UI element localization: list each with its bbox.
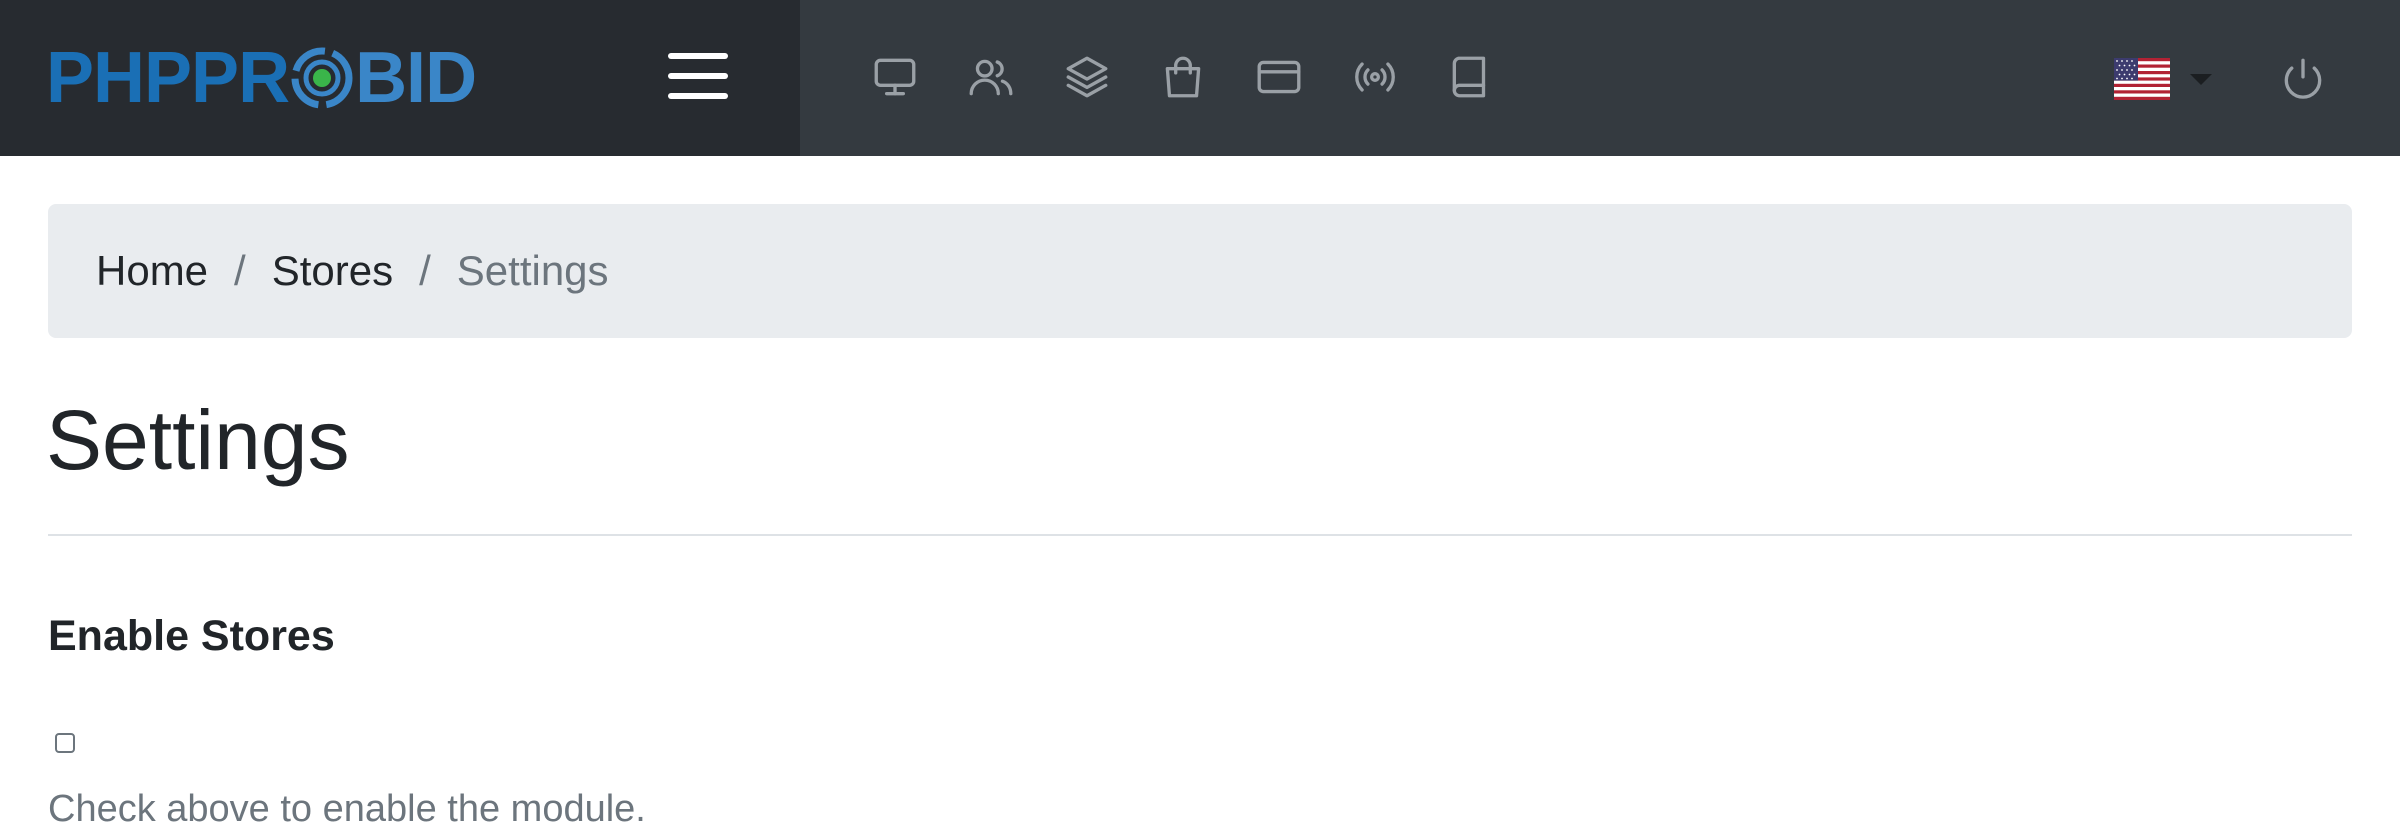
layers-icon[interactable] (1062, 52, 1112, 102)
hamburger-menu-icon[interactable] (668, 53, 730, 99)
main-nav (870, 52, 1496, 102)
page-title: Settings (46, 393, 350, 487)
logo-suffix: BID (355, 38, 477, 118)
broadcast-icon[interactable] (1350, 52, 1400, 102)
credit-card-icon[interactable] (1254, 52, 1304, 102)
breadcrumb-stores[interactable]: Stores (272, 247, 393, 295)
breadcrumb-home[interactable]: Home (96, 247, 208, 295)
top-navbar: PHPPR BID (0, 0, 2400, 156)
power-icon[interactable] (2278, 54, 2328, 104)
breadcrumb-current: Settings (456, 247, 609, 294)
brand-logo[interactable]: PHPPR BID (46, 38, 477, 118)
brand-block: PHPPR BID (0, 0, 800, 156)
chevron-down-icon (2190, 73, 2212, 85)
logo-target-icon (291, 47, 353, 109)
shopping-bag-icon[interactable] (1158, 52, 1208, 102)
book-icon[interactable] (1446, 52, 1496, 102)
enable-stores-help-text: Check above to enable the module. (48, 788, 646, 830)
language-selector[interactable] (2114, 58, 2212, 100)
logo-prefix: PHPPR (46, 38, 290, 118)
breadcrumb-separator: / (234, 247, 246, 294)
users-icon[interactable] (966, 52, 1016, 102)
us-flag-icon (2114, 58, 2170, 100)
enable-stores-checkbox[interactable] (55, 733, 75, 753)
breadcrumb: Home / Stores / Settings (48, 204, 2352, 338)
breadcrumb-separator: / (419, 247, 431, 294)
monitor-icon[interactable] (870, 52, 920, 102)
divider (48, 534, 2352, 536)
enable-stores-label: Enable Stores (48, 612, 335, 660)
